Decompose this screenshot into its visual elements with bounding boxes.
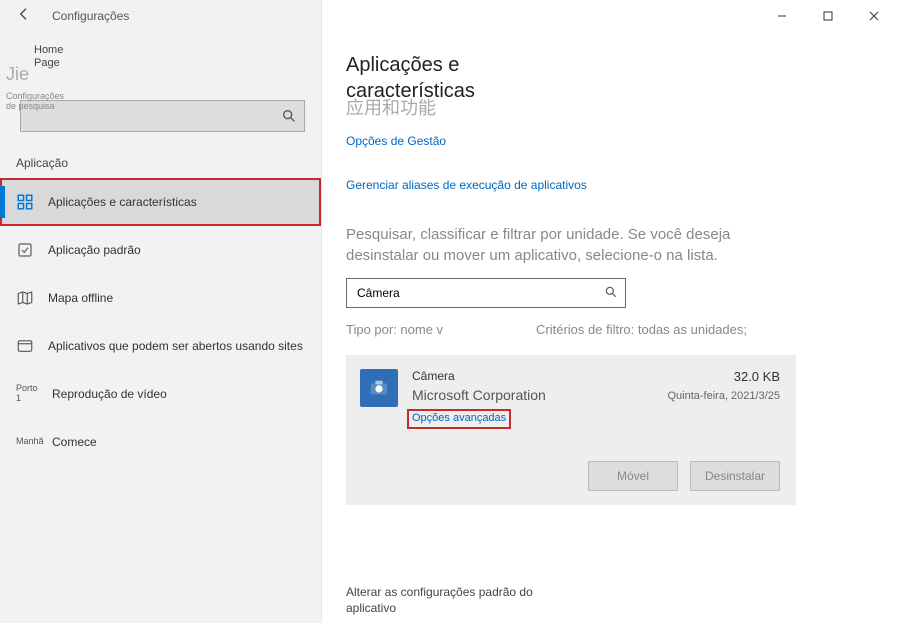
app-publisher: Microsoft Corporation	[412, 387, 616, 403]
filter-row: Tipo por: nome v Critérios de filtro: to…	[346, 322, 867, 337]
close-button[interactable]	[851, 0, 897, 32]
move-button[interactable]: Móvel	[588, 461, 678, 491]
search-icon[interactable]	[281, 108, 297, 124]
home-link[interactable]: Home Page	[0, 32, 321, 74]
window-title: Configurações	[52, 9, 129, 23]
map-icon	[16, 289, 34, 307]
nav-label: Comece	[52, 435, 97, 449]
back-icon[interactable]	[16, 6, 32, 27]
uninstall-button[interactable]: Desinstalar	[690, 461, 780, 491]
nav-label: Mapa offline	[48, 291, 113, 305]
nav-prefix: Manhã	[16, 437, 38, 447]
sidebar: Configurações Jie Home Page Configuraçõe…	[0, 0, 322, 623]
sort-dropdown[interactable]: Tipo por: nome v	[346, 322, 476, 337]
bottom-heading: Alterar as configurações padrão do aplic…	[346, 585, 546, 616]
section-header: Aplicação	[0, 132, 321, 178]
window-controls	[322, 0, 897, 32]
titlebar-left: Configurações	[0, 0, 321, 32]
websites-icon	[16, 337, 34, 355]
sidebar-search: Configurações de pesquisa	[20, 100, 305, 132]
nav-apps-features[interactable]: Aplicações e características	[0, 178, 321, 226]
app-search-input[interactable]	[346, 278, 626, 308]
minimize-button[interactable]	[759, 0, 805, 32]
page-title: Aplicações e características	[346, 52, 516, 104]
apps-icon	[16, 193, 34, 211]
app-meta: Câmera Microsoft Corporation Opções avan…	[412, 369, 616, 429]
nav-apps-websites[interactable]: Aplicativos que podem ser abertos usando…	[0, 322, 321, 370]
app-search	[346, 278, 626, 308]
nav-prefix: Porto 1	[16, 384, 38, 404]
camera-app-icon	[360, 369, 398, 407]
nav-offline-maps[interactable]: Mapa offline	[0, 274, 321, 322]
nav-default-apps[interactable]: Aplicação padrão	[0, 226, 321, 274]
app-card[interactable]: Câmera Microsoft Corporation Opções avan…	[346, 355, 796, 505]
app-name: Câmera	[412, 369, 616, 383]
settings-window: Configurações Jie Home Page Configuraçõe…	[0, 0, 897, 623]
content-scroll[interactable]: Aplicações e características 应用和功能 Opçõe…	[322, 32, 897, 623]
nav-label: Aplicativos que podem ser abertos usando…	[48, 339, 303, 353]
default-icon	[16, 241, 34, 259]
description-text: Pesquisar, classificar e filtrar por uni…	[346, 224, 806, 266]
filter-dropdown[interactable]: Critérios de filtro: todas as unidades;	[536, 322, 747, 337]
nav-video-playback[interactable]: Porto 1 Reprodução de vídeo	[0, 370, 321, 418]
advanced-options-link[interactable]: Opções avançadas	[407, 409, 511, 429]
home-label: Home Page	[34, 44, 63, 70]
app-actions: Móvel Desinstalar	[360, 461, 780, 491]
app-row: Câmera Microsoft Corporation Opções avan…	[360, 369, 780, 429]
bottom-section: Alterar as configurações padrão do aplic…	[346, 585, 867, 623]
nav-label: Aplicações e características	[48, 195, 197, 209]
search-icon[interactable]	[604, 285, 618, 299]
nav-startup[interactable]: Manhã Comece	[0, 418, 321, 466]
nav-label: Aplicação padrão	[48, 243, 141, 257]
app-date: Quinta-feira, 2021/3/25	[630, 390, 780, 402]
manage-aliases-link[interactable]: Gerenciar aliases de execução de aplicat…	[346, 178, 587, 192]
nav-label: Reprodução de vídeo	[52, 387, 167, 401]
app-size: 32.0 KB	[630, 369, 780, 384]
maximize-button[interactable]	[805, 0, 851, 32]
app-right: 32.0 KB Quinta-feira, 2021/3/25	[630, 369, 780, 429]
manage-options-link[interactable]: Opções de Gestão	[346, 134, 446, 148]
content-pane: Aplicações e características 应用和功能 Opçõe…	[322, 0, 897, 623]
search-label: Configurações de pesquisa	[6, 92, 76, 112]
